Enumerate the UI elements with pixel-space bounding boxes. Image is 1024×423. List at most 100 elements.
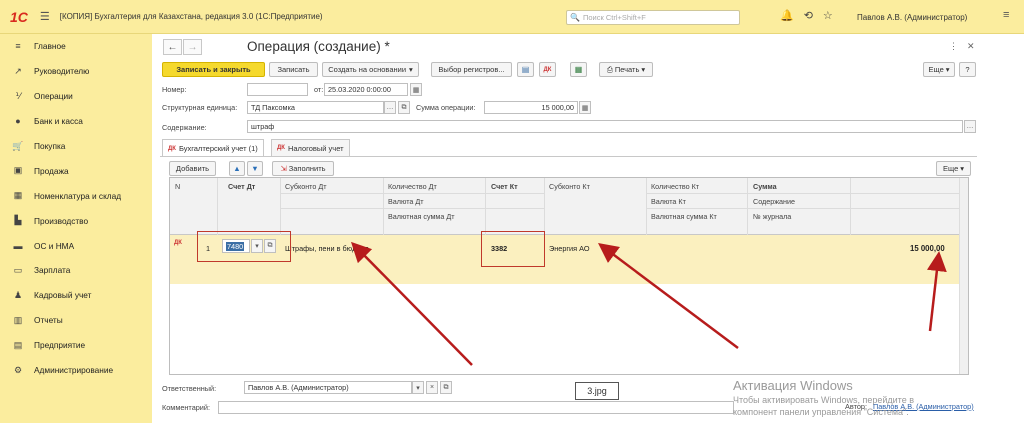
col-account-kt: Счет Кт	[491, 182, 518, 191]
bell-icon[interactable]: 🔔	[780, 9, 794, 22]
sidebar-item-operations[interactable]: ⅟ Операции	[0, 84, 152, 109]
content-field[interactable]: штраф	[247, 120, 963, 133]
select-registers-button[interactable]: Выбор регистров...	[431, 62, 512, 77]
sidebar-item-label: Отчеты	[34, 315, 63, 326]
comment-field[interactable]	[218, 401, 734, 414]
open-link-icon[interactable]: ⧉	[398, 101, 410, 114]
save-button[interactable]: Записать	[269, 62, 318, 77]
clear-icon[interactable]: ×	[426, 381, 438, 394]
open-link-icon[interactable]: ⧉	[440, 381, 452, 394]
wallet-icon: ▭	[13, 264, 23, 275]
sidebar-item-enterprise[interactable]: ▤ Предприятие	[0, 333, 152, 358]
truck-icon: ▬	[13, 240, 23, 251]
sidebar-item-manager[interactable]: ↗ Руководителю	[0, 59, 152, 84]
table-scrollbar[interactable]	[959, 178, 968, 374]
tab-label: Налоговый учет	[287, 143, 344, 153]
select-ellipsis-button[interactable]: …	[384, 101, 396, 114]
create-based-label: Создать на основании	[328, 65, 407, 74]
top-bar: 1С ☰ [КОПИЯ] Бухгалтерия для Казахстана,…	[0, 0, 1024, 34]
sidebar-item-production[interactable]: ▙ Производство	[0, 208, 152, 233]
add-row-button[interactable]: Добавить	[169, 161, 216, 176]
move-down-button[interactable]: ▼	[247, 161, 263, 176]
app-title: [КОПИЯ] Бухгалтерия для Казахстана, реда…	[59, 12, 323, 21]
chevron-down-icon: ▾	[641, 65, 646, 74]
factory-icon: ▙	[14, 215, 22, 226]
history-icon[interactable]: ⟲	[804, 9, 813, 22]
print-button[interactable]: ⎙ Печать ▾	[599, 62, 653, 77]
people-icon: ♟	[13, 289, 23, 300]
forward-button[interactable]: →	[183, 39, 202, 55]
fill-button[interactable]: ⇲ Заполнить	[272, 161, 334, 176]
registers-icon[interactable]: ▤	[517, 62, 534, 77]
dt-kt-icon: ДК	[174, 240, 182, 246]
activation-watermark-line2: компонент панели управления "Система".	[733, 407, 909, 417]
sidebar-item-reports[interactable]: ▥ Отчеты	[0, 308, 152, 333]
unit-field[interactable]: ТД Паксомка	[247, 101, 384, 114]
date-field[interactable]: 25.03.2020 0:00:00	[324, 83, 408, 96]
sidebar-item-main[interactable]: ≡ Главное	[0, 34, 152, 59]
boxes-icon: ▦	[13, 190, 23, 201]
help-button[interactable]: ?	[959, 62, 976, 77]
col-account-dt: Счет Дт	[228, 182, 256, 191]
dt-kt-icon: ДК	[168, 145, 176, 152]
sidebar-item-bank[interactable]: ● Банк и касса	[0, 109, 152, 134]
number-field[interactable]	[247, 83, 308, 96]
col-currency-dt: Валюта Дт	[388, 197, 424, 206]
create-based-button[interactable]: Создать на основании ▾	[322, 62, 419, 77]
number-label: Номер:	[162, 85, 187, 94]
subconto-kt-value: Энергия АО	[549, 244, 590, 253]
content-ellipsis-button[interactable]: …	[964, 120, 976, 133]
sidebar-item-salary[interactable]: ▭ Зарплата	[0, 258, 152, 283]
search-input[interactable]: 🔍 Поиск Ctrl+Shift+F	[566, 10, 740, 25]
activation-watermark-title: Активация Windows	[733, 378, 853, 393]
activation-watermark-line1: Чтобы активировать Windows, перейдите в	[733, 395, 914, 405]
sidebar-item-purchase[interactable]: 🛒 Покупка	[0, 134, 152, 159]
fill-icon: ⇲	[280, 164, 287, 173]
table-more-button[interactable]: Еще ▾	[936, 161, 971, 176]
back-button[interactable]: ←	[163, 39, 182, 55]
settings-menu-icon[interactable]: ≡	[1003, 9, 1009, 21]
col-subconto-dt: Субконто Дт	[285, 182, 327, 191]
sidebar-item-hr[interactable]: ♟ Кадровый учет	[0, 283, 152, 308]
sidebar-item-warehouse[interactable]: ▦ Номенклатура и склад	[0, 183, 152, 208]
more-button[interactable]: Еще ▾	[923, 62, 955, 77]
table-more-label: Еще	[942, 164, 959, 173]
sidebar-item-label: ОС и НМА	[34, 240, 75, 251]
table-icon[interactable]: ▦	[570, 62, 587, 77]
col-cur-sum-dt: Валютная сумма Дт	[388, 212, 455, 221]
calendar-icon[interactable]: ▦	[410, 83, 422, 96]
col-qty-dt: Количество Дт	[388, 182, 437, 191]
sidebar-item-label: Покупка	[34, 141, 66, 151]
chevron-down-icon: ▾	[409, 65, 413, 74]
close-icon[interactable]: ✕	[967, 41, 975, 52]
building-icon: ▤	[13, 339, 23, 350]
user-name[interactable]: Павлов А.В. (Администратор)	[857, 13, 967, 22]
sum-label: Сумма операции:	[416, 103, 476, 112]
dt-kt-icon[interactable]: ДК	[539, 62, 556, 77]
star-icon[interactable]: ☆	[823, 9, 833, 22]
more-actions-icon[interactable]: ⋮	[949, 41, 958, 52]
responsible-field[interactable]: Павлов А.В. (Администратор)	[244, 381, 412, 394]
file-label: 3.jpg	[575, 382, 619, 400]
save-and-close-button[interactable]: Записать и закрыть	[162, 62, 265, 77]
calculator-icon[interactable]: ▦	[579, 101, 591, 114]
sidebar-item-label: Операции	[34, 91, 73, 102]
sidebar-item-assets[interactable]: ▬ ОС и НМА	[0, 233, 152, 258]
sidebar-item-admin[interactable]: ⚙ Администрирование	[0, 358, 152, 383]
tab-divider	[160, 156, 977, 157]
arrow-right-icon: →	[187, 41, 198, 53]
col-journal: № журнала	[753, 212, 792, 221]
main-menu-icon[interactable]: ☰	[40, 10, 50, 23]
tab-accounting[interactable]: ДК Бухгалтерский учет (1)	[162, 139, 264, 157]
sum-field[interactable]: 15 000,00	[484, 101, 578, 114]
cart-icon: 🛒	[12, 140, 24, 151]
fill-label: Заполнить	[288, 164, 326, 173]
sidebar-item-label: Продажа	[34, 165, 69, 176]
col-sum: Сумма	[753, 182, 777, 191]
col-content: Содержание	[753, 197, 796, 206]
sidebar-item-sales[interactable]: ▣ Продажа	[0, 158, 152, 183]
tab-tax[interactable]: ДК Налоговый учет	[271, 139, 350, 156]
move-up-button[interactable]: ▲	[229, 161, 245, 176]
sidebar-item-label: Предприятие	[34, 340, 86, 351]
chevron-down-icon[interactable]: ▾	[412, 381, 424, 394]
